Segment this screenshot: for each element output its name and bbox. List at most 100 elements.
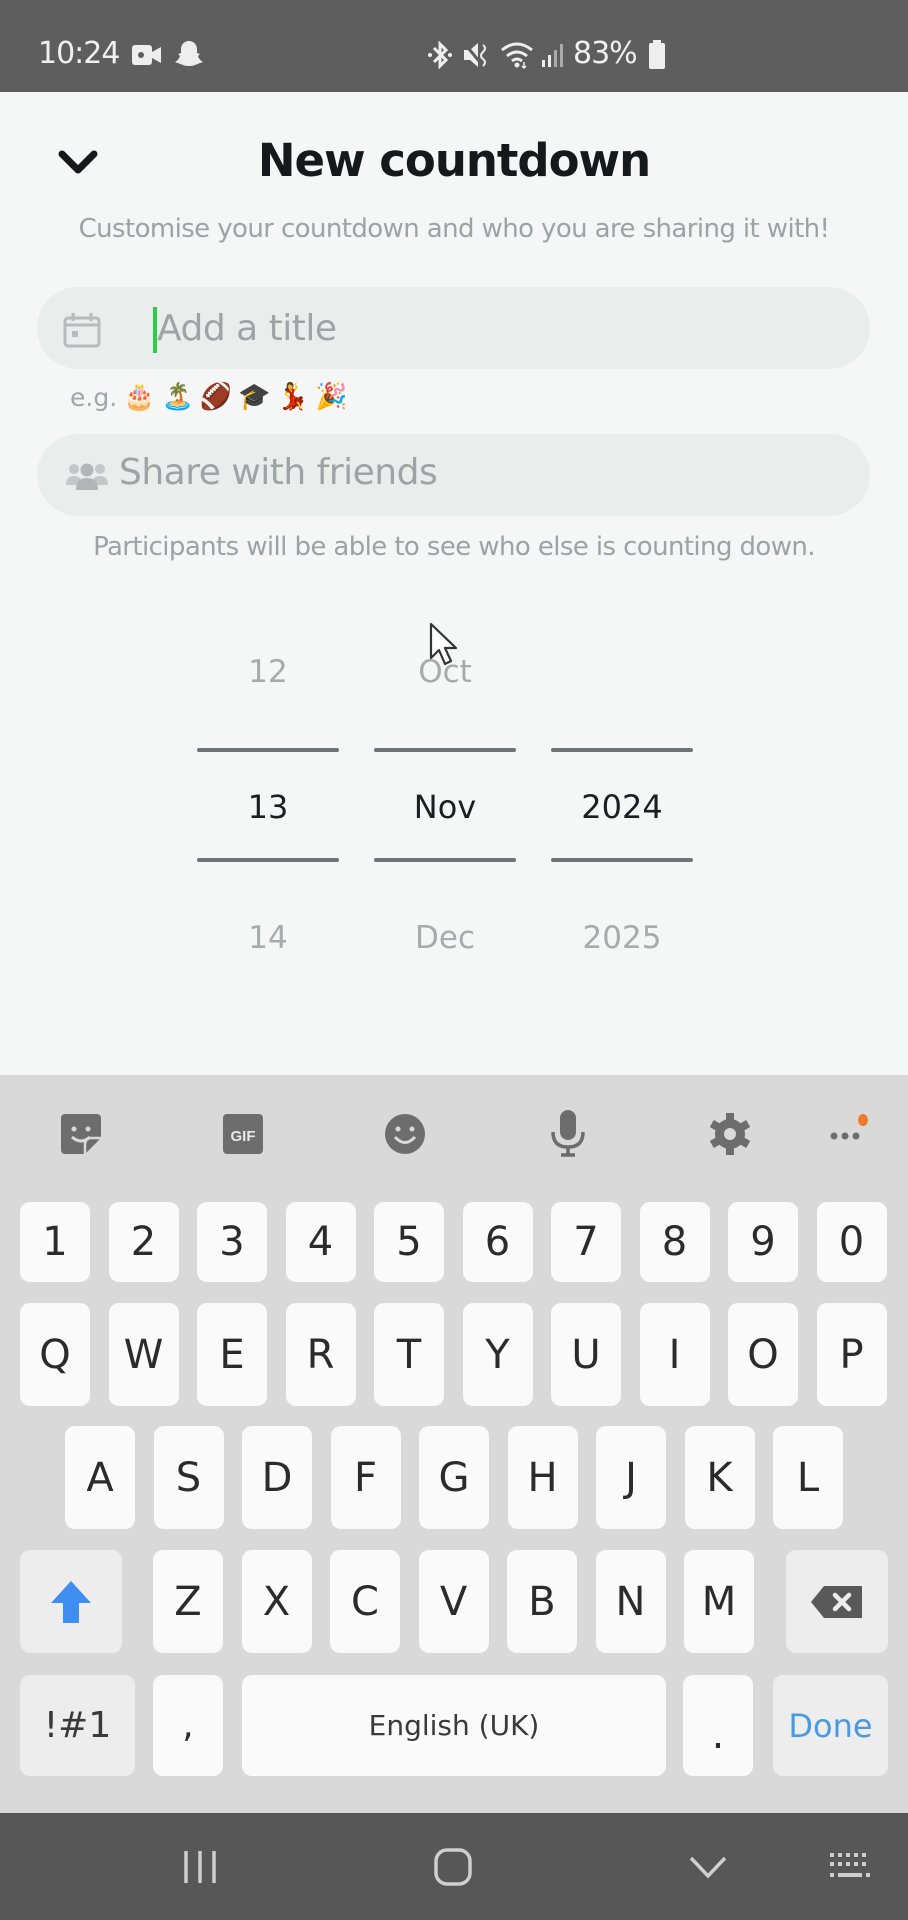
key-j[interactable]: J bbox=[596, 1426, 666, 1529]
screen: 10:24 83% New countdown Customise your c… bbox=[0, 0, 908, 1920]
picker-divider bbox=[551, 748, 693, 752]
settings-icon bbox=[709, 1113, 751, 1155]
hide-keyboard-button[interactable] bbox=[668, 1813, 748, 1920]
key-m[interactable]: M bbox=[684, 1550, 754, 1653]
month-next[interactable]: Dec bbox=[374, 920, 516, 956]
key-u[interactable]: U bbox=[551, 1303, 621, 1406]
key-f[interactable]: F bbox=[330, 1426, 401, 1529]
month-picker[interactable]: Oct Nov Dec bbox=[374, 620, 516, 980]
key-8[interactable]: 8 bbox=[639, 1202, 710, 1282]
shift-key[interactable] bbox=[20, 1550, 122, 1653]
key-o[interactable]: O bbox=[728, 1303, 798, 1406]
keyboard-switch-button[interactable] bbox=[810, 1813, 890, 1920]
title-field[interactable] bbox=[37, 287, 870, 369]
example-emoji-party: 🎉 bbox=[315, 382, 348, 412]
example-emoji-dancer: 💃 bbox=[276, 382, 310, 412]
sticker-button[interactable] bbox=[57, 1110, 105, 1158]
key-i[interactable]: I bbox=[639, 1303, 710, 1406]
key-c[interactable]: C bbox=[330, 1550, 400, 1653]
emoji-icon bbox=[385, 1114, 425, 1154]
sticker-icon bbox=[61, 1114, 101, 1154]
key-e[interactable]: E bbox=[197, 1303, 267, 1406]
page-title: New countdown bbox=[257, 134, 651, 187]
key-d[interactable]: D bbox=[242, 1426, 312, 1529]
key-6[interactable]: 6 bbox=[462, 1202, 533, 1282]
keyboard-toolbar: GIF bbox=[0, 1075, 908, 1195]
backspace-key[interactable] bbox=[786, 1550, 888, 1653]
key-s[interactable]: S bbox=[153, 1426, 224, 1529]
key-r[interactable]: R bbox=[285, 1303, 356, 1406]
space-key[interactable]: English (UK) bbox=[242, 1675, 666, 1776]
year-next[interactable]: 2025 bbox=[551, 920, 693, 956]
key-l[interactable]: L bbox=[773, 1426, 843, 1529]
calendar-icon bbox=[63, 312, 103, 348]
example-emoji-cake: 🎂 bbox=[123, 382, 156, 412]
share-with-friends-button[interactable]: Share with friends bbox=[37, 434, 870, 516]
friends-icon bbox=[65, 461, 108, 495]
more-options-button[interactable] bbox=[822, 1110, 870, 1158]
month-prev[interactable]: Oct bbox=[374, 654, 516, 690]
key-2[interactable]: 2 bbox=[108, 1202, 179, 1282]
picker-divider bbox=[374, 858, 516, 862]
key-b[interactable]: B bbox=[507, 1550, 577, 1653]
snapchat-ghost-icon bbox=[175, 40, 203, 75]
microphone-icon bbox=[551, 1110, 585, 1157]
picker-divider bbox=[374, 748, 516, 752]
key-0[interactable]: 0 bbox=[816, 1202, 887, 1282]
key-z[interactable]: Z bbox=[153, 1550, 223, 1653]
battery-percent: 83% bbox=[573, 36, 638, 71]
emoji-button[interactable] bbox=[381, 1110, 429, 1158]
examples-prefix: e.g. bbox=[70, 382, 118, 412]
key-v[interactable]: V bbox=[418, 1550, 489, 1653]
gif-button[interactable]: GIF bbox=[219, 1110, 267, 1158]
key-x[interactable]: X bbox=[241, 1550, 312, 1653]
comma-key[interactable]: , bbox=[153, 1675, 223, 1776]
day-picker[interactable]: 12 13 14 bbox=[197, 620, 339, 980]
page-subtitle: Customise your countdown and who you are… bbox=[78, 214, 830, 244]
example-emoji-graduation: 🎓 bbox=[238, 382, 271, 412]
key-y[interactable]: Y bbox=[462, 1303, 533, 1406]
key-1[interactable]: 1 bbox=[20, 1202, 90, 1282]
key-a[interactable]: A bbox=[65, 1426, 135, 1529]
mute-icon bbox=[462, 41, 490, 74]
key-h[interactable]: H bbox=[507, 1426, 578, 1529]
key-w[interactable]: W bbox=[108, 1303, 179, 1406]
year-picker[interactable]: 2024 2025 bbox=[551, 620, 693, 980]
key-t[interactable]: T bbox=[374, 1303, 444, 1406]
key-n[interactable]: N bbox=[595, 1550, 666, 1653]
key-9[interactable]: 9 bbox=[728, 1202, 798, 1282]
key-q[interactable]: Q bbox=[20, 1303, 90, 1406]
key-3[interactable]: 3 bbox=[197, 1202, 267, 1282]
shift-arrow-icon bbox=[51, 1580, 91, 1623]
key-p[interactable]: P bbox=[816, 1303, 887, 1406]
symbols-key[interactable]: !#1 bbox=[20, 1675, 135, 1776]
period-key[interactable]: . bbox=[683, 1675, 753, 1776]
keyboard-settings-button[interactable] bbox=[706, 1110, 754, 1158]
day-prev[interactable]: 12 bbox=[197, 654, 339, 690]
day-selected[interactable]: 13 bbox=[197, 788, 339, 826]
example-emoji-island: 🏝️ bbox=[161, 382, 194, 412]
recent-apps-icon bbox=[184, 1850, 216, 1883]
recent-apps-button[interactable] bbox=[160, 1813, 240, 1920]
key-5[interactable]: 5 bbox=[374, 1202, 444, 1282]
picker-divider bbox=[551, 858, 693, 862]
key-4[interactable]: 4 bbox=[285, 1202, 356, 1282]
done-key[interactable]: Done bbox=[773, 1675, 888, 1776]
title-input[interactable] bbox=[157, 287, 847, 369]
voice-input-button[interactable] bbox=[544, 1110, 592, 1158]
key-7[interactable]: 7 bbox=[551, 1202, 621, 1282]
day-next[interactable]: 14 bbox=[197, 920, 339, 956]
month-selected[interactable]: Nov bbox=[374, 788, 516, 826]
backspace-icon bbox=[811, 1585, 862, 1618]
keyboard-switch-icon bbox=[830, 1852, 870, 1877]
key-g[interactable]: G bbox=[419, 1426, 489, 1529]
year-selected[interactable]: 2024 bbox=[551, 788, 693, 826]
navigation-bar bbox=[0, 1813, 908, 1920]
notification-dot bbox=[858, 1114, 868, 1126]
title-examples: e.g. 🎂 🏝️ 🏈 🎓 💃 🎉 bbox=[70, 382, 347, 412]
gif-icon: GIF bbox=[223, 1114, 263, 1154]
hide-keyboard-icon bbox=[689, 1856, 727, 1879]
bluetooth-icon bbox=[428, 40, 452, 74]
key-k[interactable]: K bbox=[684, 1426, 755, 1529]
home-button[interactable] bbox=[413, 1813, 493, 1920]
